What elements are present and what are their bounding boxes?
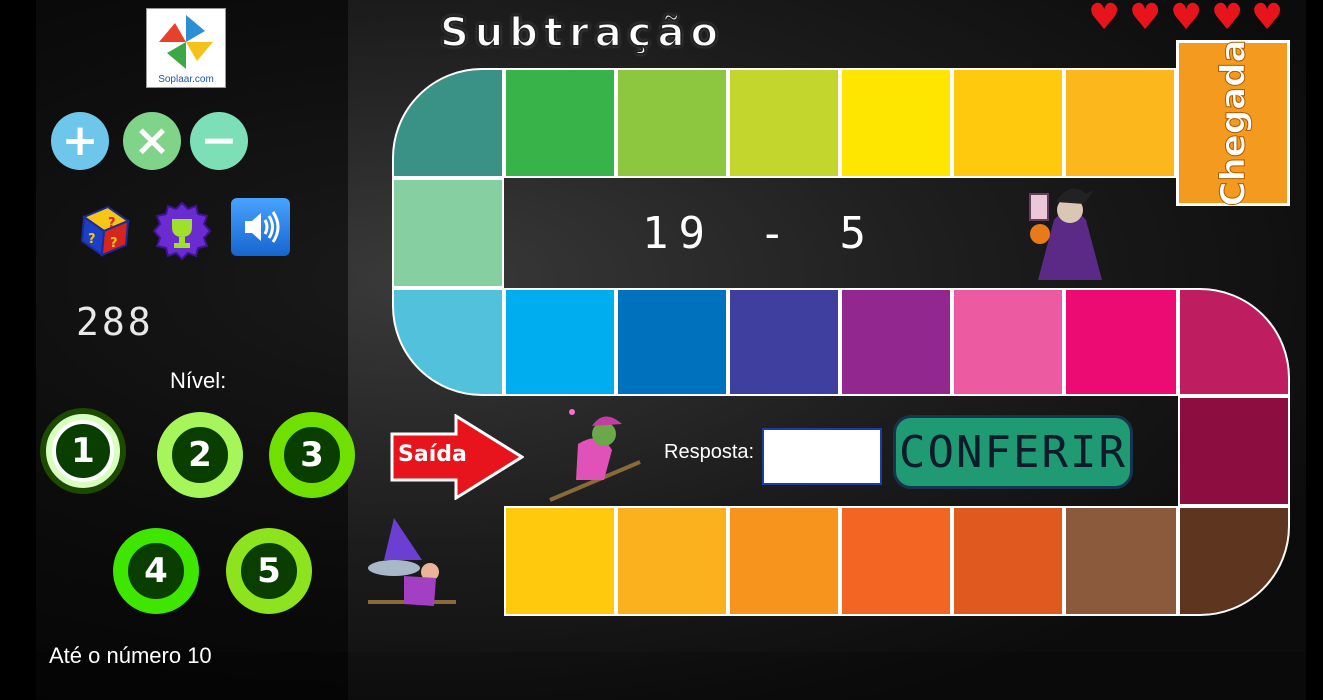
multiplication-button[interactable]: ×	[123, 112, 181, 170]
check-button-label: CONFERIR	[899, 426, 1127, 478]
subtraction-button[interactable]: −	[190, 112, 248, 170]
help-button[interactable]: ? ? ?	[78, 203, 132, 257]
life-heart-icon: ♥	[1088, 0, 1121, 38]
board-cell	[728, 506, 840, 616]
board-cell	[1064, 68, 1176, 178]
board-cell	[392, 178, 504, 288]
witch-sidebar-icon	[364, 516, 460, 616]
board-cell	[840, 68, 952, 178]
board-cell	[840, 506, 952, 616]
level-3-label: 3	[300, 435, 324, 475]
board-cell	[1064, 506, 1178, 616]
level-1-label: 1	[71, 431, 95, 471]
board-cell	[728, 288, 840, 396]
board-cell	[952, 506, 1064, 616]
operand-b: 5	[839, 208, 876, 259]
finish-label: Chegada	[1213, 39, 1254, 207]
addition-button[interactable]: +	[51, 112, 109, 170]
board-cell	[616, 288, 728, 396]
life-heart-icon: ♥	[1129, 0, 1162, 38]
life-heart-icon: ♥	[1251, 0, 1284, 38]
svg-text:?: ?	[110, 236, 118, 251]
range-text: Até o número 10	[49, 643, 212, 668]
minus-icon: −	[200, 115, 238, 166]
level-1-button[interactable]: 1	[40, 408, 126, 494]
board-cell	[504, 288, 616, 396]
answer-label: Resposta:	[664, 441, 755, 463]
level-5-label: 5	[257, 551, 281, 591]
times-icon: ×	[133, 115, 171, 166]
board-cell	[1064, 288, 1178, 396]
board-cell	[616, 68, 728, 178]
board-cell	[952, 288, 1064, 396]
level-4-button[interactable]: 4	[113, 528, 199, 614]
start-label: Saída	[398, 442, 467, 467]
score-display: 288	[76, 300, 154, 344]
life-heart-icon: ♥	[1170, 0, 1203, 38]
board-cell	[616, 506, 728, 616]
plus-icon: +	[61, 115, 99, 166]
witch-finish-icon	[1024, 180, 1116, 288]
soplaar-logo[interactable]: Soplaar.com	[146, 8, 226, 88]
question-box-icon: ? ? ?	[80, 205, 131, 257]
level-2-label: 2	[188, 435, 212, 475]
operator: -	[758, 208, 796, 259]
game-title: Subtração	[439, 9, 724, 57]
level-label: Nível:	[170, 368, 227, 393]
svg-text:?: ?	[88, 232, 96, 247]
trophy-button[interactable]	[152, 201, 212, 261]
board-cell	[840, 288, 952, 396]
witch-player-icon	[548, 404, 644, 506]
sound-button[interactable]	[231, 198, 290, 256]
level-3-button[interactable]: 3	[269, 412, 355, 498]
board-cell	[952, 68, 1064, 178]
board-cell	[504, 506, 616, 616]
check-button[interactable]: CONFERIR	[893, 415, 1133, 489]
level-4-label: 4	[144, 551, 168, 591]
math-problem: 19-5	[620, 208, 898, 259]
speaker-icon	[245, 211, 280, 243]
pinwheel-icon	[159, 15, 213, 69]
level-5-button[interactable]: 5	[226, 528, 312, 614]
board-cell	[504, 68, 616, 178]
start-arrow: Saída	[390, 413, 525, 501]
board-cell	[1178, 396, 1290, 506]
svg-text:?: ?	[108, 216, 116, 231]
operand-a: 19	[642, 208, 715, 259]
logo-text: Soplaar.com	[158, 74, 214, 85]
board-cell	[728, 68, 840, 178]
answer-input[interactable]	[762, 428, 882, 485]
level-2-button[interactable]: 2	[157, 412, 243, 498]
life-heart-icon: ♥	[1211, 0, 1244, 38]
trophy-icon	[152, 201, 212, 261]
finish-cell: Chegada	[1176, 39, 1290, 207]
